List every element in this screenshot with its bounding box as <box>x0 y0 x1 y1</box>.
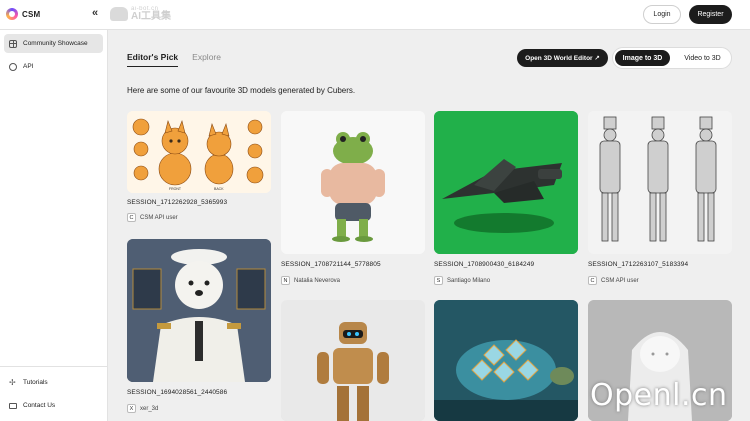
intro-text: Here are some of our favourite 3D models… <box>127 86 356 95</box>
card-title[interactable]: SESSION_1708721144_5778805 <box>281 261 381 268</box>
api-icon <box>9 62 17 71</box>
avatar: C <box>588 276 597 285</box>
sidebar-item-label: Community Showcase <box>23 40 88 47</box>
sidebar-item-label: Contact Us <box>23 402 56 409</box>
model-thumbnail[interactable] <box>127 239 271 382</box>
card-title[interactable]: SESSION_1708900430_6184249 <box>434 261 534 268</box>
back-label: BACK <box>214 187 224 191</box>
crystal-turtle-image <box>434 300 578 421</box>
sidebar: Community Showcase API ✢ Tutorials Conta… <box>0 30 108 421</box>
author-name: xer_3d <box>140 405 159 412</box>
sidebar-item-api[interactable]: API <box>4 57 103 76</box>
model-thumbnail[interactable] <box>434 300 578 421</box>
author-name: Natalia Neverova <box>294 277 341 284</box>
front-label: FRONT <box>169 187 182 191</box>
card-author: C CSM API user <box>588 276 639 285</box>
sidebar-item-label: API <box>23 63 34 70</box>
author-name: Santiago Milano <box>447 277 491 284</box>
model-thumbnail[interactable] <box>588 111 732 254</box>
robot-image <box>281 300 425 421</box>
image-to-3d-button[interactable]: Image to 3D <box>615 50 670 66</box>
card-author: N Natalia Neverova <box>281 276 340 285</box>
openi-watermark: Openl.cn <box>590 378 728 413</box>
avatar: X <box>127 404 136 413</box>
card-title[interactable]: SESSION_1694028561_2440586 <box>127 389 227 396</box>
watermark-name: AI工具集 <box>131 11 171 22</box>
author-name: CSM API user <box>140 214 178 221</box>
avatar: S <box>434 276 443 285</box>
card-author: S Santiago Milano <box>434 276 490 285</box>
sidebar-item-community-showcase[interactable]: Community Showcase <box>4 34 103 53</box>
avatar: N <box>281 276 290 285</box>
open-3d-world-editor-button[interactable]: Open 3D World Editor ↗ <box>517 49 608 67</box>
model-thumbnail[interactable] <box>281 300 425 421</box>
card-author: C CSM API user <box>127 213 178 222</box>
tutorials-icon: ✢ <box>9 377 16 387</box>
card-author: X xer_3d <box>127 404 158 413</box>
cat-sheet-image: FRONT BACK <box>127 111 271 193</box>
register-button[interactable]: Register <box>689 5 732 24</box>
frog-image <box>281 111 425 254</box>
collapse-sidebar-icon[interactable]: « <box>92 7 98 19</box>
model-thumbnail[interactable] <box>434 111 578 254</box>
mode-toggle: Image to 3D Video to 3D <box>612 47 732 69</box>
dog-officer-image <box>127 239 271 382</box>
model-thumbnail[interactable] <box>281 111 425 254</box>
login-button[interactable]: Login <box>643 5 681 24</box>
soldier-sheet-image <box>588 111 732 254</box>
tab-bar: Editor's Pick Explore <box>127 52 221 67</box>
tab-explore[interactable]: Explore <box>192 52 221 67</box>
card-title[interactable]: SESSION_1712262928_5365993 <box>127 199 227 206</box>
sidebar-divider <box>0 366 108 367</box>
sidebar-item-tutorials[interactable]: ✢ Tutorials <box>4 373 103 392</box>
grid-icon <box>9 39 17 48</box>
spaceship-image <box>434 111 578 254</box>
sidebar-item-label: Tutorials <box>23 379 48 386</box>
sidebar-item-contact-us[interactable]: Contact Us <box>4 396 103 415</box>
model-thumbnail[interactable]: FRONT BACK <box>127 111 271 193</box>
robot-icon <box>110 7 128 21</box>
brand-name: CSM <box>22 9 41 19</box>
top-bar: CSM « ai-bot.cn AI工具集 Login Register <box>0 0 750 30</box>
mail-icon <box>9 402 17 409</box>
video-to-3d-button[interactable]: Video to 3D <box>675 50 730 66</box>
csm-logo-icon <box>6 8 18 20</box>
card-title[interactable]: SESSION_1712263107_5183394 <box>588 261 688 268</box>
brand[interactable]: CSM <box>6 8 40 20</box>
avatar: C <box>127 213 136 222</box>
tab-editors-pick[interactable]: Editor's Pick <box>127 52 179 67</box>
watermark-logo: ai-bot.cn AI工具集 <box>110 6 171 22</box>
author-name: CSM API user <box>601 277 639 284</box>
